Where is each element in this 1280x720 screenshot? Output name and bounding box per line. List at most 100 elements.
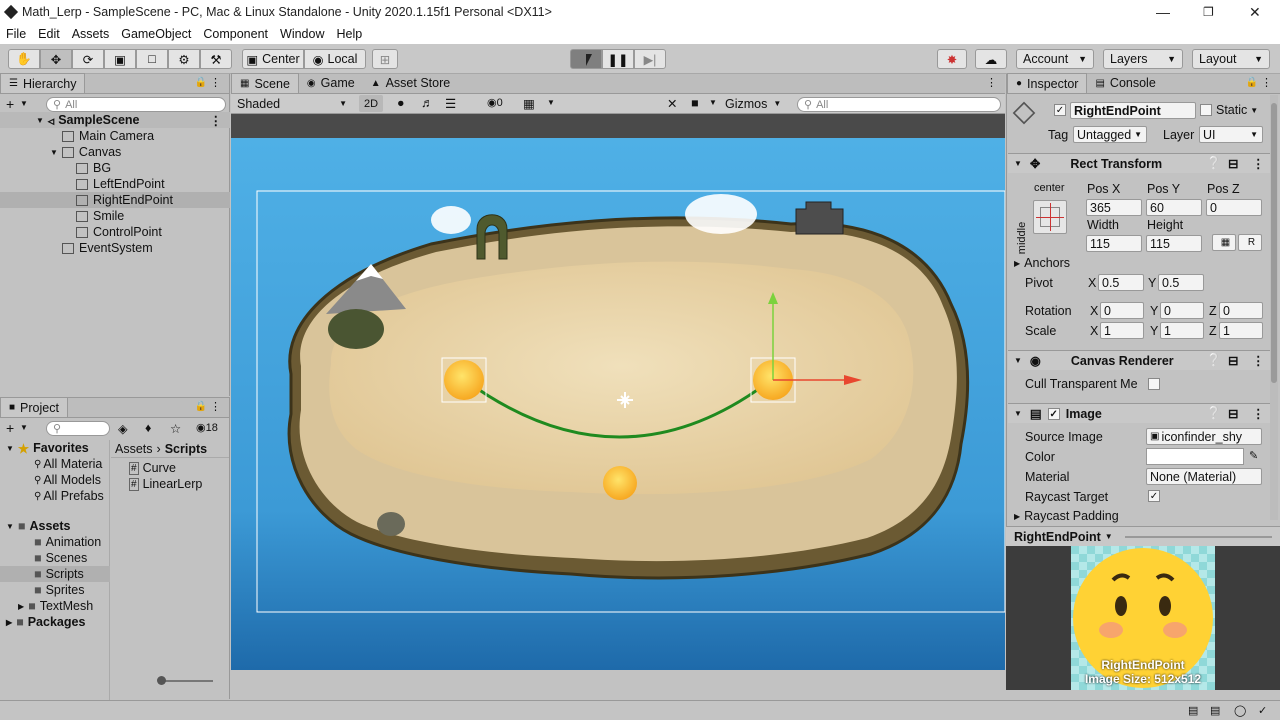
tab-game[interactable]: ◉ Game [299, 73, 363, 93]
color-swatch[interactable] [1146, 448, 1244, 465]
help-icon[interactable]: ❔ [1206, 406, 1222, 421]
file-item[interactable]: # LinearLerp [111, 476, 229, 492]
scene-canvas[interactable] [231, 114, 1005, 670]
chevron-down-icon[interactable]: ▼ [709, 98, 717, 107]
rect-transform-header[interactable]: ▼ ✥ Rect Transform ❔ ⊟ ⋮ [1008, 153, 1272, 173]
cloud-icon[interactable]: ☁ [975, 49, 1007, 69]
menu-component[interactable]: Component [197, 27, 274, 41]
scale-z-field[interactable]: 1 [1219, 322, 1263, 339]
tree-row-samplescene[interactable]: ▼ ◃ SampleScene ⋮ [0, 112, 230, 128]
audio-icon[interactable]: ♬ [421, 96, 434, 110]
tab-asset-store[interactable]: ▲ Asset Store [363, 73, 459, 93]
minimize-icon[interactable]: — [1156, 4, 1170, 20]
folder-item-selected[interactable]: ■ Scripts [0, 566, 110, 582]
favorite-item[interactable]: ⚲ All Models [0, 472, 110, 488]
close-icon[interactable]: ✕ [1249, 4, 1261, 21]
account-dropdown[interactable]: Account ▼ [1016, 49, 1094, 69]
layer-dropdown[interactable]: UI ▼ [1199, 126, 1263, 143]
restore-icon[interactable]: ❐ [1203, 5, 1214, 19]
gizmos-dropdown[interactable]: Gizmos ▼ [719, 95, 789, 112]
hierarchy-search[interactable]: ⚲ All [46, 97, 226, 112]
cull-transparent-checkbox[interactable] [1148, 378, 1160, 390]
preset-icon[interactable]: ⊟ [1228, 156, 1238, 171]
layers-dropdown[interactable]: Layers ▼ [1103, 49, 1183, 69]
pause-button[interactable]: ❚❚ [602, 49, 634, 69]
folder-item[interactable]: ■ Animation [0, 534, 110, 550]
inspector-scrollbar[interactable] [1270, 95, 1278, 520]
tab-scene[interactable]: ▦ Scene [231, 73, 299, 93]
kebab-menu-icon[interactable]: ⋮ [1252, 156, 1265, 171]
pivot-center-button[interactable]: ▣ Center [242, 49, 304, 69]
blueprint-mode-button[interactable]: ▦ [1212, 234, 1236, 251]
star-icon[interactable]: ☆ [170, 421, 181, 436]
kebab-menu-icon[interactable]: ⋮ [210, 113, 223, 128]
help-icon[interactable]: ❔ [1206, 353, 1222, 368]
scale-tool-icon[interactable]: ▣ [104, 49, 136, 69]
scene-viewport[interactable] [231, 114, 1005, 670]
preview-drag-bar[interactable] [1124, 535, 1272, 538]
add-icon[interactable]: + [6, 96, 14, 112]
pivot-local-button[interactable]: ◉ Local [304, 49, 366, 69]
breadcrumb-assets[interactable]: Assets [115, 442, 153, 456]
folder-item[interactable]: ■ Sprites [0, 582, 110, 598]
layout-dropdown[interactable]: Layout ▼ [1192, 49, 1270, 69]
static-dropdown[interactable]: Static ▼ [1216, 103, 1258, 117]
project-search[interactable]: ⚲ [46, 421, 110, 436]
menu-gameobject[interactable]: GameObject [115, 27, 197, 41]
pivot-x-field[interactable]: 0.5 [1098, 274, 1144, 291]
active-checkbox[interactable]: ✓ [1054, 104, 1066, 116]
image-header[interactable]: ▼ ▤ ✓ Image ❔ ⊟ ⋮ [1008, 403, 1272, 423]
lock-icon[interactable]: 🔒 [1246, 77, 1258, 88]
smile-face[interactable] [603, 466, 637, 500]
tab-console[interactable]: ▤ Console [1087, 73, 1163, 93]
hidden-objects-icon[interactable]: ◉0 [487, 96, 503, 109]
anchor-preset-button[interactable] [1033, 200, 1067, 234]
pivot-y-field[interactable]: 0.5 [1158, 274, 1204, 291]
lock-icon[interactable]: 🔒 [195, 77, 207, 88]
file-item[interactable]: # Curve [111, 460, 229, 476]
chevron-down-icon[interactable]: ▼ [20, 99, 28, 108]
lock-icon[interactable]: 🔒 [195, 401, 207, 412]
tree-row-leftendpoint[interactable]: LeftEndPoint [0, 176, 230, 192]
custom-tool-icon[interactable]: ⚒ [200, 49, 232, 69]
kebab-menu-icon[interactable]: ⋮ [986, 76, 997, 89]
raw-edit-button[interactable]: R [1238, 234, 1262, 251]
chevron-down-icon[interactable]: ▼ [547, 98, 555, 107]
hand-tool-icon[interactable]: ✋ [8, 49, 40, 69]
left-endpoint-face[interactable] [444, 360, 484, 400]
tree-row-smile[interactable]: Smile [0, 208, 230, 224]
menu-help[interactable]: Help [330, 27, 368, 41]
preview-header[interactable]: RightEndPoint ▼ [1006, 526, 1280, 546]
raycast-target-checkbox[interactable]: ✓ [1148, 490, 1160, 502]
rot-x-field[interactable]: 0 [1100, 302, 1144, 319]
grid-snap-icon[interactable]: ⊞ [372, 49, 398, 69]
tree-row-bg[interactable]: BG [0, 160, 230, 176]
favorite-item[interactable]: ⚲ All Prefabs [0, 488, 110, 504]
material-field[interactable]: None (Material) [1146, 468, 1262, 485]
step-button[interactable]: ▶| [634, 49, 666, 69]
scene-search[interactable]: ⚲ All [797, 97, 1001, 112]
tree-row-rightendpoint[interactable]: RightEndPoint [0, 192, 230, 208]
breadcrumb-scripts[interactable]: Scripts [165, 442, 207, 456]
scale-y-field[interactable]: 1 [1160, 322, 1204, 339]
source-image-field[interactable]: ▣ iconfinder_shy [1146, 428, 1262, 445]
kebab-menu-icon[interactable]: ⋮ [210, 76, 221, 89]
transform-tool-icon[interactable]: ⚙ [168, 49, 200, 69]
tab-inspector[interactable]: ● Inspector [1007, 73, 1088, 93]
kebab-menu-icon[interactable]: ⋮ [1261, 76, 1272, 89]
assets-row[interactable]: ▼ ■ Assets [0, 518, 110, 534]
menu-assets[interactable]: Assets [66, 27, 116, 41]
add-icon[interactable]: + [6, 420, 14, 436]
tree-row-main-camera[interactable]: Main Camera [0, 128, 230, 144]
filter-label-icon[interactable]: ♦ [145, 421, 151, 435]
eyedropper-icon[interactable]: ✎ [1249, 449, 1258, 462]
posx-field[interactable]: 365 [1086, 199, 1142, 216]
packages-row[interactable]: ▶ ■ Packages [0, 614, 110, 630]
filter-type-icon[interactable]: ◈ [118, 421, 128, 436]
grid-icon[interactable]: ▦ [523, 96, 535, 111]
rotate-tool-icon[interactable]: ⟳ [72, 49, 104, 69]
folder-item[interactable]: ■ Scenes [0, 550, 110, 566]
preset-icon[interactable]: ⊟ [1228, 353, 1238, 368]
tab-hierarchy[interactable]: ☰ Hierarchy [0, 73, 86, 93]
image-enabled-checkbox[interactable]: ✓ [1047, 407, 1060, 420]
